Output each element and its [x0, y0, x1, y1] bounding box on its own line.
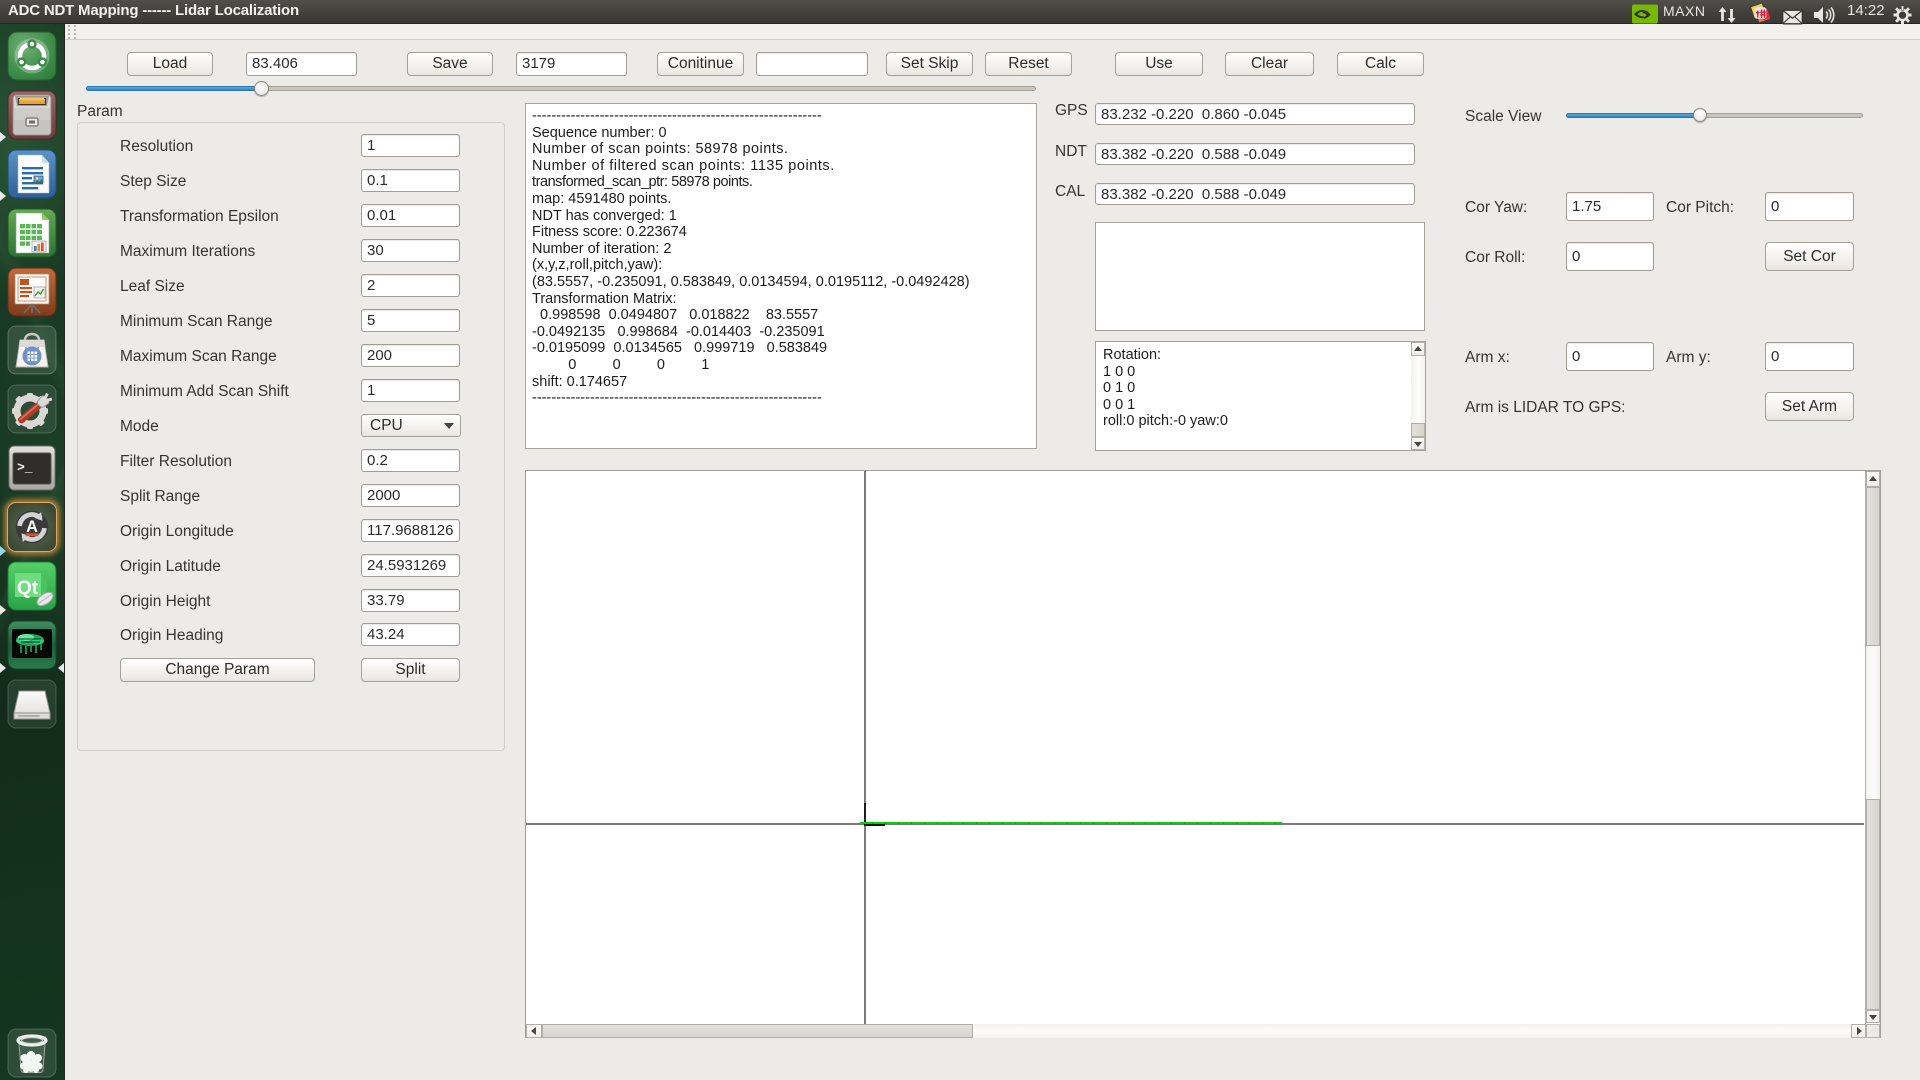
- svg-text:A: A: [26, 518, 38, 536]
- svg-text:>_: >_: [17, 460, 33, 475]
- svg-text:Qt: Qt: [17, 578, 39, 599]
